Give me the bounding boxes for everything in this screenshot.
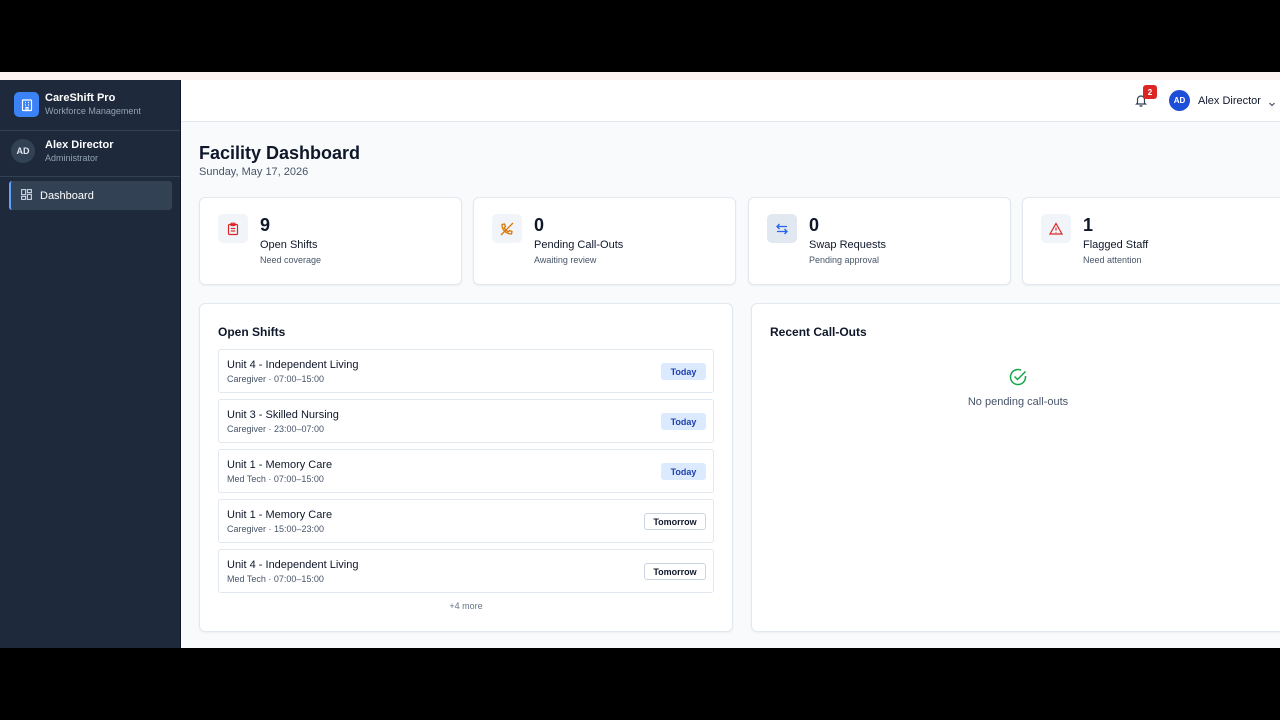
open-shifts-panel: Open Shifts Unit 4 - Independent Living …	[199, 303, 733, 632]
stat-card-open-shifts[interactable]: 9 Open Shifts Need coverage	[199, 197, 462, 285]
panel-title: Open Shifts	[218, 325, 286, 339]
shift-name: Unit 4 - Independent Living	[227, 359, 359, 371]
list-item[interactable]: Unit 1 - Memory Care Caregiver · 15:00–2…	[218, 499, 714, 543]
app-name: CareShift Pro	[45, 92, 116, 104]
building-icon	[14, 92, 39, 117]
app-subtitle: Workforce Management	[45, 106, 141, 116]
notification-badge: 2	[1143, 85, 1157, 99]
shift-detail: Caregiver · 15:00–23:00	[227, 524, 325, 534]
stat-subtext: Need attention	[1083, 255, 1142, 265]
sidebar-user: AD Alex Director Administrator	[11, 138, 113, 164]
status-badge: Tomorrow	[644, 513, 706, 530]
stat-label: Swap Requests	[809, 239, 887, 251]
chevron-down-icon	[1267, 96, 1277, 106]
stat-value: 1	[1083, 215, 1094, 235]
status-badge: Today	[661, 463, 706, 480]
stat-label: Pending Call-Outs	[534, 239, 624, 251]
top-header: 2 AD Alex Director	[181, 80, 1280, 122]
empty-state-text: No pending call-outs	[967, 396, 1069, 408]
user-menu[interactable]: AD Alex Director	[1169, 90, 1277, 111]
status-badge: Today	[661, 413, 706, 430]
stat-subtext: Pending approval	[809, 255, 880, 265]
sidebar: CareShift Pro Workforce Management AD Al…	[0, 80, 181, 648]
stat-value: 0	[809, 215, 820, 235]
sidebar-divider	[0, 130, 180, 131]
app-frame: CareShift Pro Workforce Management AD Al…	[0, 72, 1280, 648]
grid-icon	[21, 187, 32, 205]
sidebar-user-role: Administrator	[45, 153, 99, 163]
shift-name: Unit 4 - Independent Living	[227, 559, 359, 571]
stat-card-flagged-staff[interactable]: 1 Flagged Staff Need attention	[1022, 197, 1280, 285]
sidebar-item-label: Dashboard	[40, 189, 94, 202]
list-item[interactable]: Unit 4 - Independent Living Caregiver · …	[218, 349, 714, 393]
stat-label: Flagged Staff	[1083, 239, 1149, 251]
brand[interactable]: CareShift Pro Workforce Management	[14, 92, 141, 117]
stat-card-swap-requests[interactable]: 0 Swap Requests Pending approval	[748, 197, 1011, 285]
status-badge: Tomorrow	[644, 563, 706, 580]
stat-subtext: Need coverage	[260, 255, 322, 265]
shift-detail: Med Tech · 07:00–15:00	[227, 574, 324, 584]
stat-value: 9	[260, 215, 271, 235]
list-item[interactable]: Unit 3 - Skilled Nursing Caregiver · 23:…	[218, 399, 714, 443]
clipboard-icon	[218, 214, 248, 243]
more-link[interactable]: +4 more	[200, 601, 732, 611]
shift-name: Unit 1 - Memory Care	[227, 459, 333, 471]
header-user-name: Alex Director	[1198, 94, 1261, 107]
avatar: AD	[11, 139, 35, 163]
avatar: AD	[1169, 90, 1190, 111]
check-circle-icon	[1008, 367, 1028, 387]
shift-name: Unit 1 - Memory Care	[227, 509, 333, 521]
stat-card-pending-call-outs[interactable]: 0 Pending Call-Outs Awaiting review	[473, 197, 736, 285]
warning-icon	[1041, 214, 1071, 243]
page-date: Sunday, May 17, 2026	[199, 166, 309, 178]
shift-name: Unit 3 - Skilled Nursing	[227, 409, 339, 421]
recent-call-outs-panel: Recent Call-Outs No pending call-outs	[751, 303, 1280, 632]
phone-off-icon	[492, 214, 522, 243]
swap-icon	[767, 214, 797, 243]
list-item[interactable]: Unit 1 - Memory Care Med Tech · 07:00–15…	[218, 449, 714, 493]
stat-label: Open Shifts	[260, 239, 318, 251]
shift-detail: Caregiver · 23:00–07:00	[227, 424, 325, 434]
sidebar-user-name: Alex Director	[45, 139, 114, 151]
sidebar-divider	[0, 176, 180, 177]
stat-subtext: Awaiting review	[534, 255, 597, 265]
panel-title: Recent Call-Outs	[770, 325, 867, 339]
status-badge: Today	[661, 363, 706, 380]
shift-detail: Med Tech · 07:00–15:00	[227, 474, 324, 484]
shift-detail: Caregiver · 07:00–15:00	[227, 374, 325, 384]
page-title: Facility Dashboard	[199, 143, 361, 163]
stat-value: 0	[534, 215, 545, 235]
sidebar-item-dashboard[interactable]: Dashboard	[9, 181, 172, 210]
top-strip	[0, 72, 1280, 80]
list-item[interactable]: Unit 4 - Independent Living Med Tech · 0…	[218, 549, 714, 593]
